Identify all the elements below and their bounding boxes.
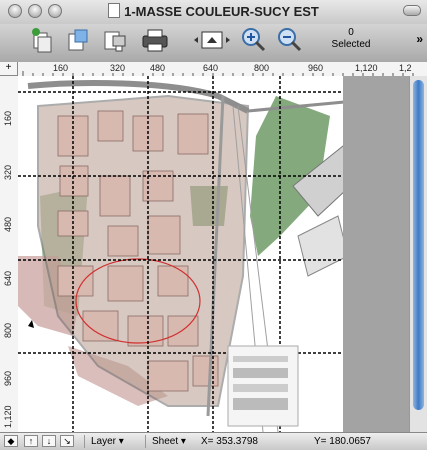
ruler-label: 960 [308,63,324,73]
ruler-label: 800 [3,322,13,338]
pasteboard-area [343,76,409,432]
ruler-origin-icon[interactable]: + [0,62,18,76]
ruler-label: 320 [110,63,126,73]
selection-label: Selected [331,39,371,50]
selection-count: 0 [348,27,354,38]
zoom-out-icon[interactable] [276,26,304,54]
title-bar: 1-MASSE COULEUR-SUCY EST [0,0,427,24]
selection-info: 0 Selected [326,27,376,51]
ruler-label: 480 [3,216,13,232]
layer-selector[interactable]: Layer ▾ [84,435,141,448]
layers-icon[interactable] [28,26,56,54]
toolbar-overflow-icon[interactable]: » [416,32,423,46]
layer-label: Layer [91,436,117,447]
ruler-label: 640 [3,270,13,286]
vertical-ruler: 160 320 480 640 800 960 1,120 [0,76,19,432]
ruler-label: 640 [203,63,219,73]
previous-page-button[interactable]: ↑ [24,435,38,447]
status-bar: ◆ ↑ ↓ ↘ Layer ▾ Sheet ▾ X= 353.3798 Y= 1… [0,432,427,450]
x-coordinate: X= 353.3798 [201,436,258,447]
scroll-thumb[interactable] [413,80,424,410]
ruler-label: 800 [254,63,270,73]
ruler-label: 160 [53,63,69,73]
page-navigation-icon[interactable]: ◆ [4,435,18,447]
ruler-label: 160 [3,110,13,126]
last-page-button[interactable]: ↘ [60,435,74,447]
document-icon [108,3,121,18]
ruler-label: 1,120 [355,63,378,73]
print-setup-icon[interactable] [100,26,128,54]
y-coordinate: Y= 180.0657 [314,436,371,447]
horizontal-ruler: 160 320 480 640 800 960 1,120 1,2 [18,62,427,77]
toolbar-toggle-button[interactable] [403,5,421,16]
printer-icon[interactable] [140,26,168,54]
sheet-label: Sheet [152,436,179,447]
chevron-down-icon: ▾ [118,436,124,447]
chevron-down-icon: ▾ [180,436,186,447]
zoom-in-icon[interactable] [240,26,268,54]
window-title: 1-MASSE COULEUR-SUCY EST [0,3,427,19]
ruler-label: 1,120 [3,405,13,428]
ruler-label: 1,2 [399,63,412,73]
next-page-button[interactable]: ↓ [42,435,56,447]
style-icon[interactable] [64,26,92,54]
ruler-label: 960 [3,370,13,386]
page-view-icon[interactable] [192,26,232,54]
ruler-label: 480 [150,63,166,73]
ruler-label: 320 [3,164,13,180]
sheet-selector[interactable]: Sheet ▾ [145,435,196,448]
toolbar: 0 Selected » [0,24,427,63]
vertical-scrollbar[interactable] [409,76,427,432]
